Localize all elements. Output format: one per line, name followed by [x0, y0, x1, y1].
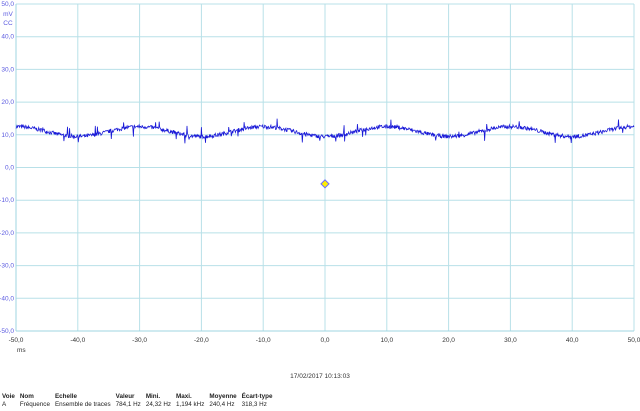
y-tick-label: 30,0 [1, 66, 14, 73]
measurements-table: Voie Nom Echelle Valeur Mini. Maxi. Moyenne Éca… [2, 393, 277, 408]
x-tick-label: 50,0 [628, 337, 640, 344]
y-tick-label: 50,0 [1, 1, 14, 8]
y-tick-label: -50,0 [0, 328, 14, 335]
trigger-marker [320, 179, 330, 189]
x-tick-label: -50,0 [9, 337, 24, 344]
table-cell: Ensemble de traces [54, 401, 111, 408]
table-cell: A [2, 401, 7, 408]
y-tick-label: 0,0 [5, 165, 14, 172]
x-tick-label: -30,0 [132, 337, 147, 344]
scope-chart: -50,0 -40,0 -30,0 -20,0 -10,0 0,0 10,0 20,0 30,0… [0, 1, 640, 354]
x-tick-label: -10,0 [256, 337, 271, 344]
table-row[interactable]: A Fréquence Ensemble de traces 784,1 Hz 24,3… [2, 401, 277, 408]
column-header: Echelle [54, 393, 78, 400]
table-cell: 1,194 kHz [176, 401, 205, 408]
column-header: Moyenne [209, 393, 237, 400]
column-header: Valeur [115, 393, 135, 400]
x-tick-label: 30,0 [504, 337, 517, 344]
x-tick-label: 0,0 [320, 337, 329, 344]
y-tick-label: -20,0 [0, 230, 14, 237]
y-tick-label: -30,0 [0, 263, 14, 270]
column-header: Écart-type [241, 393, 273, 400]
y-tick-label: -10,0 [0, 197, 14, 204]
x-tick-label: -40,0 [70, 337, 85, 344]
x-tick-label: 10,0 [380, 337, 393, 344]
x-unit-label: ms [17, 347, 26, 354]
column-header: Voie [2, 393, 15, 400]
column-header: Mini. [145, 393, 161, 400]
y-tick-label: -40,0 [0, 295, 14, 302]
y-tick-label: 40,0 [1, 34, 14, 41]
table-cell: Fréquence [19, 401, 50, 408]
timestamp: 17/02/2017 10:13:03 [290, 373, 350, 380]
y-unit-label: mV [3, 11, 13, 18]
x-tick-label: 40,0 [566, 337, 579, 344]
y-tick-label: 10,0 [1, 132, 14, 139]
column-header: Nom [19, 393, 34, 400]
table-cell: 784,1 Hz [115, 401, 141, 408]
table-cell: 240,4 Hz [209, 401, 235, 408]
x-tick-label: 20,0 [442, 337, 455, 344]
table-cell: 24,32 Hz [145, 401, 172, 408]
table-cell: 318,3 Hz [241, 401, 267, 408]
x-tick-label: -20,0 [194, 337, 209, 344]
column-header: Maxi. [176, 393, 192, 400]
y-coupling-label: CC [3, 20, 13, 27]
y-tick-label: 20,0 [1, 99, 14, 106]
